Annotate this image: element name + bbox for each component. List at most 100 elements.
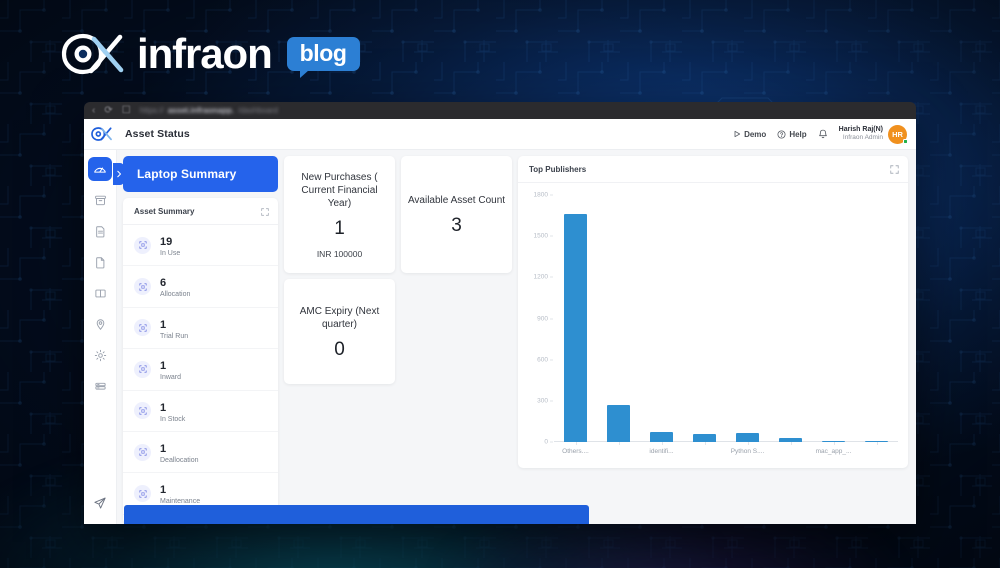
sidebar-item-send[interactable] bbox=[88, 491, 112, 515]
kpi-new-purchases[interactable]: New Purchases ( Current Financial Year) … bbox=[284, 156, 395, 273]
expand-icon[interactable] bbox=[890, 165, 899, 174]
help-label: Help bbox=[789, 129, 807, 139]
chart-bar[interactable] bbox=[606, 404, 631, 442]
user-name: Harish Raj(N) bbox=[838, 125, 883, 133]
asset-row-label: In Use bbox=[160, 250, 181, 257]
top-publishers-title: Top Publishers bbox=[529, 165, 587, 174]
browser-window: ‹ ⟳ ☐ https://asset.infraonapp./dashboar… bbox=[84, 102, 916, 524]
demo-label: Demo bbox=[744, 129, 767, 139]
infraon-eye-icon bbox=[61, 33, 124, 75]
document-fold-icon bbox=[95, 256, 104, 268]
chart-column: Top Publishers 0 300 600 900 1200 1500 1800 Ot… bbox=[518, 156, 908, 524]
asset-icon bbox=[134, 319, 151, 337]
url-host: asset.infraonapp. bbox=[167, 106, 234, 115]
user-menu[interactable]: Harish Raj(N) Infraon Admin HR bbox=[839, 124, 908, 144]
laptop-summary-label: Laptop Summary bbox=[137, 167, 237, 181]
page-title: Asset Status bbox=[125, 128, 190, 140]
chart-x-tick-mark bbox=[661, 442, 663, 445]
asset-row-label: Deallocation bbox=[160, 456, 199, 464]
sidebar-item-locations[interactable] bbox=[88, 312, 112, 336]
chart-y-tick-label: 900 bbox=[537, 315, 548, 322]
sidebar-item-dashboard[interactable] bbox=[88, 157, 112, 181]
chart-x-tick-label: mac_app_... bbox=[815, 448, 852, 455]
user-info: Harish Raj(N) Infraon Admin bbox=[839, 126, 883, 143]
asset-summary-row[interactable]: 19 In Use bbox=[123, 225, 278, 267]
asset-summary-card: Asset Summary 19 In Use 6 Allocation 1 Trial … bbox=[123, 198, 278, 524]
asset-row-value: 1 bbox=[160, 401, 167, 414]
chart-bar-slot: Python S.... bbox=[726, 195, 769, 455]
gauge-icon bbox=[94, 167, 106, 173]
online-status-dot bbox=[903, 138, 908, 144]
asset-summary-row[interactable]: 1 Deallocation bbox=[123, 432, 278, 474]
chart-y-tick-mark bbox=[550, 194, 553, 196]
gear-icon bbox=[94, 349, 106, 361]
asset-icon bbox=[134, 236, 151, 254]
chevron-right-icon bbox=[116, 170, 121, 178]
tab-icon[interactable]: ☐ bbox=[122, 105, 131, 116]
chart-bar-slot bbox=[769, 195, 812, 445]
chart-y-tick-label: 1500 bbox=[533, 232, 548, 240]
chart-x-tick-mark bbox=[790, 442, 792, 445]
asset-summary-row[interactable]: 1 Trial Run bbox=[123, 308, 278, 350]
expand-icon[interactable] bbox=[261, 207, 269, 216]
left-column: Laptop Summary Asset Summary 19 In Use 6 Al… bbox=[123, 156, 278, 524]
chart-y-tick-mark bbox=[550, 235, 553, 237]
kpi-available-asset-count[interactable]: Available Asset Count 3 bbox=[401, 156, 512, 273]
top-publishers-header: Top Publishers bbox=[518, 156, 908, 183]
bottom-blue-strip[interactable] bbox=[124, 505, 589, 524]
sidebar-item-reports[interactable] bbox=[88, 250, 112, 274]
chart-x-tick-mark bbox=[618, 442, 620, 445]
asset-summary-row[interactable]: 6 Allocation bbox=[123, 266, 278, 308]
user-role: Infraon Admin bbox=[842, 134, 883, 142]
sidebar-item-inventory[interactable] bbox=[88, 188, 112, 212]
asset-row-label: In Stock bbox=[160, 415, 186, 423]
asset-summary-header: Asset Summary bbox=[123, 198, 278, 225]
laptop-summary-banner[interactable]: Laptop Summary bbox=[123, 156, 278, 192]
chart-bar-slot: identifi... bbox=[640, 195, 683, 455]
dashboard-content: Laptop Summary Asset Summary 19 In Use 6 Al… bbox=[117, 150, 916, 524]
app-brand[interactable] bbox=[84, 126, 117, 142]
kpi-row-top: New Purchases ( Current Financial Year) … bbox=[284, 156, 512, 273]
chart-x-tick-label: Others.... bbox=[562, 448, 589, 455]
asset-icon bbox=[134, 402, 151, 420]
help-button[interactable]: Help bbox=[777, 129, 807, 139]
chart-bar[interactable] bbox=[735, 433, 760, 442]
sidebar-item-knowledge-base[interactable] bbox=[88, 281, 112, 305]
back-arrow-icon[interactable]: ‹ bbox=[92, 105, 95, 116]
bell-icon[interactable] bbox=[818, 129, 828, 140]
asset-row-text: 1 Inward bbox=[160, 356, 181, 382]
kpi-amc-title: AMC Expiry (Next quarter) bbox=[299, 305, 380, 330]
sidebar-item-documents[interactable] bbox=[88, 219, 112, 243]
sidebar bbox=[84, 150, 117, 524]
chart-y-tick-mark bbox=[550, 359, 553, 361]
asset-summary-title: Asset Summary bbox=[134, 207, 195, 216]
chart-bar[interactable] bbox=[692, 433, 717, 442]
chart-y-tick-label: 0 bbox=[544, 438, 548, 446]
asset-icon bbox=[134, 443, 151, 461]
avatar[interactable]: HR bbox=[888, 124, 908, 144]
url-prefix: https:// bbox=[139, 106, 164, 115]
app-top-bar: Asset Status Demo Help Harish Raj(N) Inf… bbox=[84, 119, 916, 150]
sidebar-item-servers[interactable] bbox=[88, 374, 112, 398]
chart-bar-slot bbox=[683, 195, 726, 445]
kpi-amc-expiry[interactable]: AMC Expiry (Next quarter) 0 bbox=[284, 279, 395, 384]
reload-icon[interactable]: ⟳ bbox=[104, 105, 112, 116]
chart-bar[interactable] bbox=[649, 431, 674, 442]
infraon-eye-icon bbox=[90, 127, 112, 141]
address-bar[interactable]: https://asset.infraonapp./dashboard bbox=[140, 105, 908, 116]
asset-row-value: 19 bbox=[160, 236, 173, 248]
chart-bar-slot: mac_app_... bbox=[812, 195, 855, 455]
chart-bar-slot: Others.... bbox=[554, 195, 597, 455]
infraon-app: Asset Status Demo Help Harish Raj(N) Inf… bbox=[84, 119, 916, 524]
chart-y-tick-mark bbox=[550, 276, 553, 278]
demo-button[interactable]: Demo bbox=[733, 130, 766, 139]
book-icon bbox=[94, 289, 106, 297]
sidebar-item-settings[interactable] bbox=[88, 343, 112, 367]
asset-summary-row[interactable]: 1 In Stock bbox=[123, 391, 278, 432]
sidebar-toggle[interactable] bbox=[113, 163, 124, 185]
chart-x-tick-mark bbox=[876, 442, 878, 445]
asset-row-label: Inward bbox=[160, 374, 182, 382]
chart-bar[interactable] bbox=[563, 214, 588, 442]
asset-summary-row[interactable]: 1 Inward bbox=[123, 349, 278, 391]
top-publishers-card: Top Publishers 0 300 600 900 1200 1500 1800 Ot… bbox=[518, 156, 908, 468]
